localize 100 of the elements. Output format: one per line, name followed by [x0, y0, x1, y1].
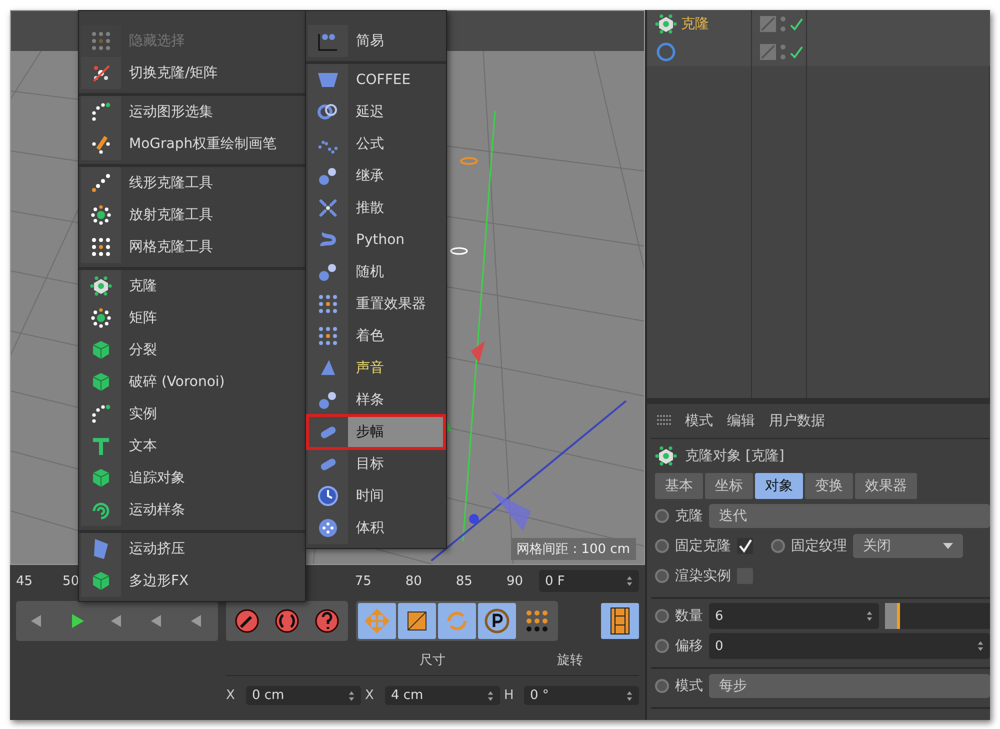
- coordinate-field[interactable]: 4 cm: [385, 686, 500, 705]
- menu-item[interactable]: 推散: [308, 192, 444, 224]
- circle-icon: [655, 41, 677, 63]
- menu-item[interactable]: 延迟: [308, 96, 444, 128]
- checkbox[interactable]: [737, 538, 753, 554]
- menu-item[interactable]: 实例: [81, 398, 303, 430]
- tab[interactable]: 基本: [655, 473, 703, 499]
- parameter-label: 偏移: [675, 637, 703, 655]
- clone-icon: [655, 13, 677, 35]
- coordinate-field[interactable]: 0 °: [524, 686, 639, 705]
- coordinate-field[interactable]: 0 cm: [246, 686, 361, 705]
- axis-label: H: [504, 688, 515, 703]
- tab[interactable]: 效果器: [855, 473, 917, 499]
- frame-number: 85: [456, 574, 472, 588]
- menu-item[interactable]: 重置效果器: [308, 288, 444, 320]
- cube-icon: [90, 570, 112, 592]
- object-name[interactable]: 克隆: [681, 15, 709, 33]
- grip-icon[interactable]: [657, 414, 671, 428]
- spinner-arrows-icon[interactable]: [348, 690, 355, 700]
- visibility-dots-icon[interactable]: [780, 16, 786, 32]
- menu-item[interactable]: 文本: [81, 430, 303, 462]
- menu-item[interactable]: 时间: [308, 480, 444, 512]
- menu-item[interactable]: 公式: [308, 128, 444, 160]
- frame-number: 90: [506, 574, 523, 588]
- spinner-arrows-icon[interactable]: [977, 641, 984, 651]
- menu-item[interactable]: 破碎 (Voronoi): [81, 366, 303, 398]
- dot-line-icon: [90, 172, 112, 194]
- menu-item[interactable]: Python: [308, 224, 444, 256]
- menu-item[interactable]: 编辑: [727, 412, 755, 430]
- visibility-dots-icon[interactable]: [780, 44, 786, 60]
- tab[interactable]: 坐标: [705, 473, 753, 499]
- sphere-pair-icon: [317, 261, 339, 283]
- menu-item[interactable]: MoGraph权重绘制画笔: [81, 128, 303, 160]
- column-header: 旋转: [556, 652, 584, 669]
- animation-radio[interactable]: [655, 609, 669, 623]
- tab[interactable]: 变换: [805, 473, 853, 499]
- menu-item[interactable]: 用户数据: [769, 412, 825, 430]
- cube-icon: [90, 371, 112, 393]
- menu-item[interactable]: 线形克隆工具: [81, 167, 303, 199]
- menu-item[interactable]: 体积: [308, 512, 444, 544]
- sphere-dots-icon: [317, 517, 339, 539]
- menu-item[interactable]: 着色: [308, 320, 444, 352]
- menu-item[interactable]: 运动图形选集: [81, 96, 303, 128]
- object-title: 克隆对象 [克隆]: [685, 447, 784, 465]
- spinner-arrows-icon[interactable]: [866, 611, 873, 621]
- animation-radio[interactable]: [655, 679, 669, 693]
- slider-fill[interactable]: [885, 603, 900, 629]
- menu-item[interactable]: 克隆: [81, 270, 303, 302]
- menu-item[interactable]: 放射克隆工具: [81, 199, 303, 231]
- number-field[interactable]: 6: [709, 603, 879, 629]
- frame-number: 50: [62, 574, 80, 588]
- frame-number: 45: [16, 574, 33, 588]
- tab[interactable]: 对象: [755, 473, 803, 499]
- brush-dots-icon: [90, 133, 112, 155]
- menu-item[interactable]: 网格克隆工具: [81, 231, 303, 263]
- frame-number: 80: [405, 574, 422, 588]
- burst-icon: [317, 197, 339, 219]
- menu-item[interactable]: 运动样条: [81, 494, 303, 526]
- clock-icon: [317, 485, 339, 507]
- menu-item[interactable]: 切换克隆/矩阵: [81, 57, 303, 89]
- check-icon[interactable]: [790, 18, 803, 30]
- menu-item[interactable]: 运动挤压: [81, 533, 303, 565]
- menu-item[interactable]: 简易: [308, 25, 444, 57]
- slider-track[interactable]: [885, 603, 990, 629]
- menu-item[interactable]: 目标: [308, 448, 444, 480]
- parameter-label: 渲染实例: [675, 567, 731, 585]
- check-icon[interactable]: [790, 46, 803, 58]
- animation-radio[interactable]: [655, 539, 669, 553]
- dropdown[interactable]: 迭代: [709, 504, 990, 528]
- scale-icon[interactable]: [398, 603, 436, 639]
- number-field[interactable]: 0: [709, 633, 990, 659]
- menu-item[interactable]: 样条: [308, 384, 444, 416]
- dropdown[interactable]: 每步: [709, 674, 990, 698]
- menu-item[interactable]: 步幅: [308, 416, 444, 448]
- dot-grid-icon: [90, 30, 112, 52]
- menu-item[interactable]: 多边形FX: [81, 565, 303, 597]
- film-strip-icon[interactable]: [601, 603, 639, 639]
- animation-radio[interactable]: [655, 569, 669, 583]
- menu-item[interactable]: 分裂: [81, 334, 303, 366]
- spinner-arrows-icon[interactable]: [487, 690, 494, 700]
- menu-item[interactable]: 模式: [685, 412, 713, 430]
- menu-item[interactable]: 随机: [308, 256, 444, 288]
- parameter-label: 数量: [675, 607, 703, 625]
- menu-item[interactable]: 追踪对象: [81, 462, 303, 494]
- cube-icon: [90, 467, 112, 489]
- spinner-arrows-icon[interactable]: [626, 576, 633, 586]
- current-frame-field[interactable]: 0 F: [539, 570, 639, 592]
- menu-item[interactable]: 矩阵: [81, 302, 303, 334]
- menu-item[interactable]: COFFEE: [308, 64, 444, 96]
- dropdown[interactable]: 关闭: [853, 534, 963, 558]
- animation-radio[interactable]: [655, 639, 669, 653]
- animation-radio[interactable]: [655, 509, 669, 523]
- spinner-arrows-icon[interactable]: [626, 690, 633, 700]
- menu-item[interactable]: 声音: [308, 352, 444, 384]
- axis-label: X: [365, 688, 375, 703]
- parameter-label: 模式: [675, 677, 703, 695]
- caret-icon: [943, 543, 953, 549]
- animation-radio[interactable]: [771, 539, 785, 553]
- menu-item[interactable]: 继承: [308, 160, 444, 192]
- dot-grid-icon: [90, 236, 112, 258]
